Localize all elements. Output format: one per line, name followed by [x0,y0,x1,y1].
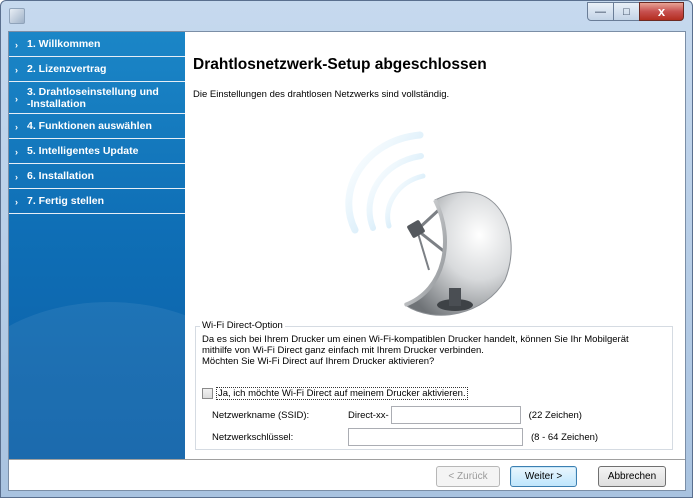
description-line: mithilfe von Wi-Fi Direct ganz einfach m… [202,345,484,356]
sidebar-step-wireless-setup: › 3. Drahtloseinstellung und -Installati… [9,82,185,114]
window-controls: — □ x [587,2,684,21]
sidebar-step-features: › 4. Funktionen auswählen [9,114,185,139]
ssid-prefix: Direct-xx- [348,409,389,421]
sidebar-decoration [9,302,185,459]
maximize-button[interactable]: □ [613,2,640,21]
chevron-right-icon: › [15,172,18,182]
page-title: Drahtlosnetzwerk-Setup abgeschlossen [193,56,487,73]
network-key-input[interactable] [348,428,523,446]
chevron-right-icon: › [15,40,18,50]
sidebar-step-label-line2: -Installation [27,98,86,110]
network-key-hint: (8 - 64 Zeichen) [531,431,599,443]
sidebar-step-label: 7. Fertig stellen [27,195,105,207]
back-button[interactable]: < Zurück [436,466,500,487]
page-description: Die Einstellungen des drahtlosen Netzwer… [193,89,450,100]
title-bar[interactable]: — □ x [1,1,692,31]
ssid-hint: (22 Zeichen) [528,409,582,421]
chevron-right-icon: › [15,147,18,157]
chevron-right-icon: › [15,197,18,207]
description-line: Da es sich bei Ihrem Drucker um einen Wi… [202,334,629,345]
app-icon [9,8,25,24]
wifi-direct-group: Wi-Fi Direct-Option Da es sich bei Ihrem… [195,320,673,450]
ssid-row: Netzwerkname (SSID): Direct-xx- (22 Zeic… [212,406,582,424]
wifi-direct-description: Da es sich bei Ihrem Drucker um einen Wi… [202,334,668,367]
sidebar-step-finish: › 7. Fertig stellen [9,189,185,214]
main-panel: Drahtlosnetzwerk-Setup abgeschlossen Die… [185,32,685,459]
sidebar-step-installation: › 6. Installation [9,164,185,189]
chevron-right-icon: › [15,94,18,104]
sidebar-step-label: 1. Willkommen [27,38,101,50]
cancel-button[interactable]: Abbrechen [598,466,666,487]
satellite-dish-icon [345,131,512,316]
sidebar-step-label: 6. Installation [27,170,95,182]
sidebar-step-label-line1: 3. Drahtloseinstellung und [27,86,159,98]
chevron-right-icon: › [15,122,18,132]
enable-wifi-direct-row[interactable]: Ja, ich möchte Wi-Fi Direct auf meinem D… [202,387,468,400]
button-bar: < Zurück Weiter > Abbrechen [9,459,685,490]
ssid-label: Netzwerkname (SSID): [212,409,310,421]
group-legend: Wi-Fi Direct-Option [200,320,285,331]
next-button[interactable]: Weiter > [510,466,577,487]
ssid-input[interactable] [390,406,521,424]
description-line: Möchten Sie Wi-Fi Direct auf Ihrem Druck… [202,356,435,367]
close-button[interactable]: x [639,2,684,21]
enable-wifi-direct-label[interactable]: Ja, ich möchte Wi-Fi Direct auf meinem D… [216,387,468,400]
sidebar-step-license: › 2. Lizenzvertrag [9,57,185,82]
step-sidebar: › 1. Willkommen › 2. Lizenzvertrag › 3. … [9,32,185,459]
enable-wifi-direct-checkbox[interactable] [202,388,213,399]
minimize-button[interactable]: — [587,2,614,21]
sidebar-step-label: 4. Funktionen auswählen [27,120,152,132]
network-key-label: Netzwerkschlüssel: [212,431,294,443]
installer-window: — □ x › 1. Willkommen › 2. Lizenzvertrag… [0,0,693,498]
chevron-right-icon: › [15,65,18,75]
sidebar-step-update: › 5. Intelligentes Update [9,139,185,164]
sidebar-step-label: 5. Intelligentes Update [27,145,139,157]
window-client: › 1. Willkommen › 2. Lizenzvertrag › 3. … [8,31,686,491]
sidebar-step-welcome: › 1. Willkommen [9,32,185,57]
sidebar-step-label: 2. Lizenzvertrag [27,63,107,75]
network-key-row: Netzwerkschlüssel: (8 - 64 Zeichen) [212,428,598,446]
